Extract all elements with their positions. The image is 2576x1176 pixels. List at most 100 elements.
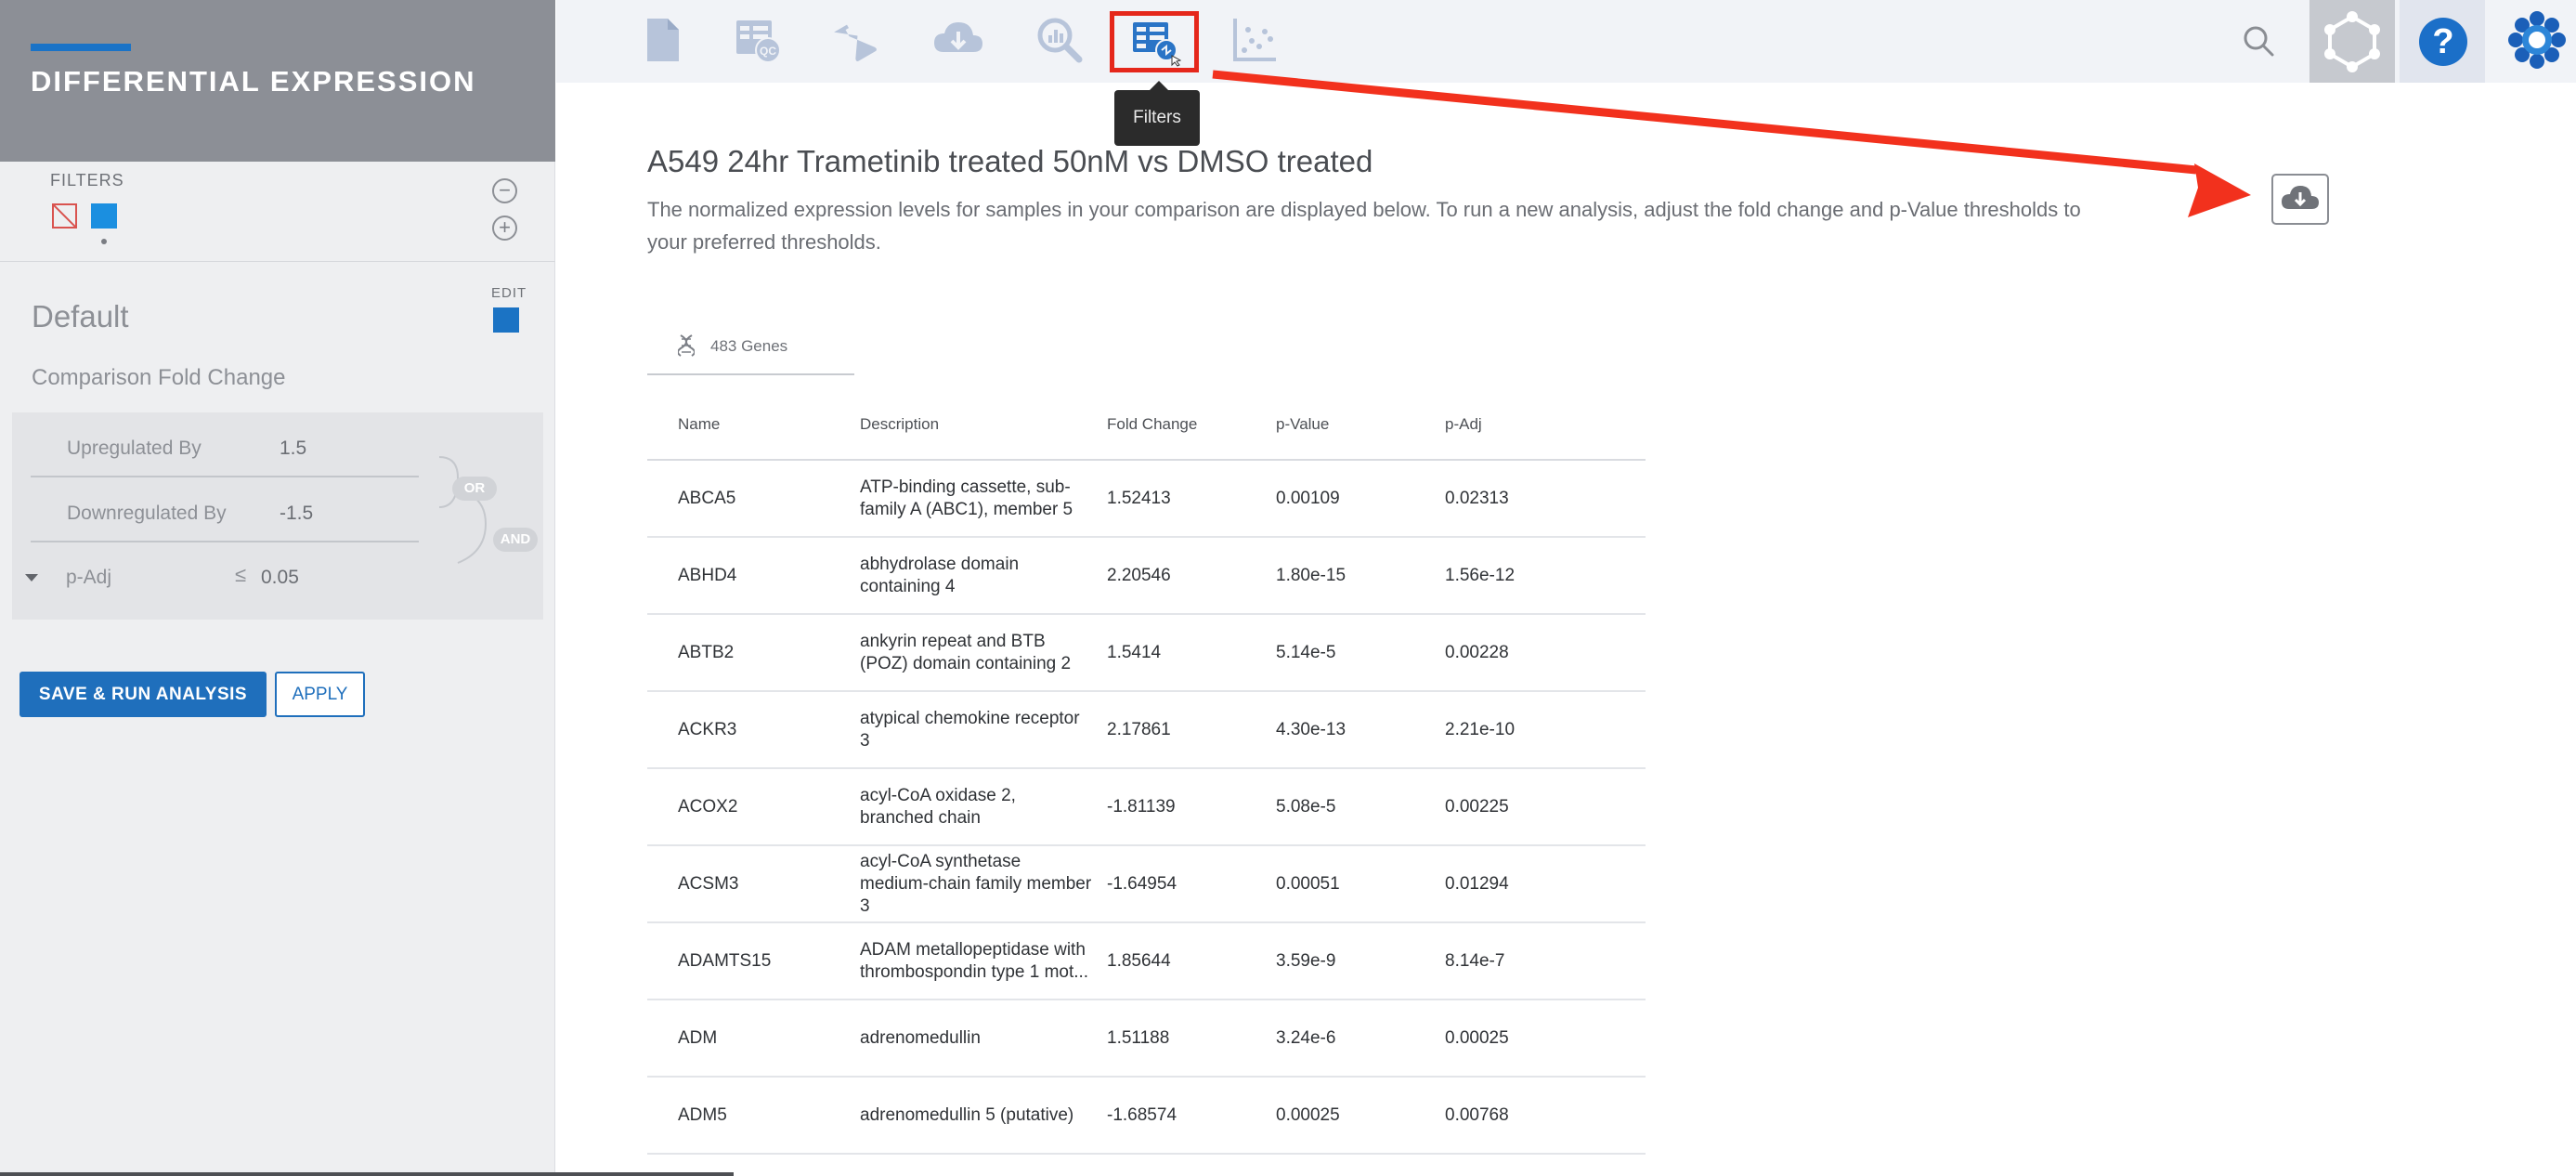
column-header-p-value[interactable]: p-Value xyxy=(1276,415,1329,434)
fold-change-cell: 1.85644 xyxy=(1107,951,1171,971)
padj-label: p-Adj xyxy=(66,567,112,588)
padj-operator[interactable]: ≤ xyxy=(235,563,246,587)
gene-description-cell: abhydrolase domain containing 4 xyxy=(860,554,1020,596)
filter-color-swatch[interactable] xyxy=(493,307,519,333)
page-title: A549 24hr Trametinib treated 50nM vs DMS… xyxy=(647,144,1373,178)
genes-tab[interactable]: 483 Genes xyxy=(647,316,854,375)
gene-description-cell: adrenomedullin 5 (putative) xyxy=(860,1104,1074,1125)
download-button[interactable] xyxy=(2271,174,2329,225)
table-header: Name Description Fold Change p-Value p-A… xyxy=(647,386,1646,461)
gene-name-cell: ABTB2 xyxy=(678,643,735,662)
upregulated-input[interactable]: 1.5 xyxy=(280,438,306,460)
p-value-cell: 0.00051 xyxy=(1276,874,1340,894)
upregulated-label: Upregulated By xyxy=(67,438,202,459)
gene-name-cell: ADAMTS15 xyxy=(678,951,772,971)
table-row[interactable]: ADM5 adrenomedullin 5 (putative) -1.68574 0… xyxy=(647,1078,1646,1155)
thresholds-panel: Upregulated By 1.5 Downregulated By -1.5… xyxy=(12,412,543,620)
fold-change-cell: -1.81139 xyxy=(1107,797,1176,817)
remove-filter-button[interactable]: − xyxy=(492,178,517,203)
padj-input[interactable]: 0.05 xyxy=(261,567,299,589)
or-toggle[interactable]: OR xyxy=(452,477,497,501)
column-header-name[interactable]: Name xyxy=(678,415,720,434)
gene-description-cell: adrenomedullin xyxy=(860,1027,981,1048)
filters-section: FILTERS xyxy=(0,162,555,262)
column-header-fold-change[interactable]: Fold Change xyxy=(1107,415,1197,434)
add-filter-button[interactable]: + xyxy=(492,216,517,241)
search-icon[interactable] xyxy=(2240,22,2277,59)
table-row[interactable]: ADAMTS15 ADAM metallopeptidase with throm… xyxy=(647,923,1646,1000)
fold-change-cell: 2.20546 xyxy=(1107,566,1171,585)
p-value-cell: 3.24e-6 xyxy=(1276,1028,1336,1048)
cloud-download-icon[interactable] xyxy=(930,13,984,67)
table-row[interactable]: ADM adrenomedullin 1.51188 3.24e-6 0.00025 xyxy=(647,1000,1646,1078)
genes-table: Name Description Fold Change p-Value p-A… xyxy=(647,386,1646,1155)
p-adj-cell: 0.00228 xyxy=(1445,643,1509,662)
table-row[interactable]: ACOX2 acyl-CoA oxidase 2, branched chain -… xyxy=(647,769,1646,846)
edit-label[interactable]: EDIT xyxy=(491,285,527,301)
help-button[interactable]: ? xyxy=(2400,0,2485,83)
gene-name-cell: ADM xyxy=(678,1028,718,1048)
table-body: ABCA5 ATP-binding cassette, sub-family A … xyxy=(647,461,1646,1155)
upregulated-row: Upregulated By 1.5 xyxy=(31,412,419,477)
gene-name-cell: ABHD4 xyxy=(678,566,737,585)
selected-filter-indicator xyxy=(101,239,107,244)
network-icon xyxy=(2324,11,2380,72)
save-run-analysis-button[interactable]: SAVE & RUN ANALYSIS xyxy=(20,672,267,717)
p-adj-cell: 0.00025 xyxy=(1445,1028,1509,1048)
table-row[interactable]: ACSM3 acyl-CoA synthetase medium-chain fa… xyxy=(647,846,1646,923)
sidebar: DIFFERENTIAL EXPRESSION FILTERS − + Defa… xyxy=(0,0,555,1176)
downregulated-input[interactable]: -1.5 xyxy=(280,503,313,525)
section-label: Comparison Fold Change xyxy=(32,365,286,390)
fold-change-cell: 2.17861 xyxy=(1107,720,1171,739)
scatter-plot-icon[interactable] xyxy=(1228,13,1281,67)
gene-name-cell: ACOX2 xyxy=(678,797,738,817)
flask-icon[interactable] xyxy=(828,13,882,67)
table-row[interactable]: ABHD4 abhydrolase domain containing 4 2.20… xyxy=(647,538,1646,615)
no-filter-swatch[interactable] xyxy=(52,203,77,229)
gene-description-cell: ATP-binding cassette, sub-family A (ABC1… xyxy=(860,477,1073,519)
dna-icon xyxy=(678,334,695,357)
svg-text:QC: QC xyxy=(760,45,776,58)
table-row[interactable]: ACKR3 atypical chemokine receptor 3 2.1786… xyxy=(647,692,1646,769)
network-button[interactable] xyxy=(2309,0,2395,83)
p-value-cell: 5.08e-5 xyxy=(1276,797,1336,817)
gene-description-cell: atypical chemokine receptor 3 xyxy=(860,708,1080,751)
default-filter-swatch[interactable] xyxy=(91,203,117,229)
p-adj-cell: 2.21e-10 xyxy=(1445,720,1516,739)
and-toggle[interactable]: AND xyxy=(493,528,538,552)
qc-table-icon[interactable]: QC xyxy=(731,13,785,67)
app-logo-icon[interactable] xyxy=(2508,11,2566,69)
table-row[interactable]: ABCA5 ATP-binding cassette, sub-family A … xyxy=(647,461,1646,538)
p-value-cell: 3.59e-9 xyxy=(1276,951,1336,971)
fold-change-cell: 1.51188 xyxy=(1107,1028,1170,1048)
sidebar-title: DIFFERENTIAL EXPRESSION xyxy=(31,65,476,98)
column-header-p-adj[interactable]: p-Adj xyxy=(1445,415,1482,434)
p-value-cell: 1.80e-15 xyxy=(1276,566,1347,585)
p-adj-cell: 8.14e-7 xyxy=(1445,951,1505,971)
table-row[interactable]: ABTB2 ankyrin repeat and BTB (POZ) domain… xyxy=(647,615,1646,692)
downregulated-label: Downregulated By xyxy=(67,503,227,524)
gene-name-cell: ACKR3 xyxy=(678,720,737,739)
help-icon: ? xyxy=(2419,18,2467,66)
horizontal-scrollbar[interactable] xyxy=(0,1172,734,1176)
active-tool-highlight xyxy=(1110,11,1199,72)
filters-tooltip: Filters xyxy=(1114,81,1200,146)
gene-description-cell: acyl-CoA synthetase medium-chain family … xyxy=(860,851,1092,916)
fold-change-cell: 1.52413 xyxy=(1107,489,1171,508)
fold-change-cell: 1.5414 xyxy=(1107,643,1162,662)
apply-button[interactable]: APPLY xyxy=(275,672,365,717)
p-value-cell: 4.30e-13 xyxy=(1276,720,1347,739)
analysis-search-icon[interactable] xyxy=(1033,13,1086,67)
genes-count: 483 Genes xyxy=(710,337,788,355)
gene-name-cell: ACSM3 xyxy=(678,874,739,894)
caret-down-icon[interactable] xyxy=(25,574,38,581)
fold-change-cell: -1.64954 xyxy=(1107,874,1177,894)
filter-name: Default xyxy=(32,299,129,333)
page-description: The normalized expression levels for sam… xyxy=(647,198,2081,254)
document-icon[interactable] xyxy=(636,13,690,67)
p-adj-cell: 1.56e-12 xyxy=(1445,566,1516,585)
p-adj-cell: 0.01294 xyxy=(1445,874,1509,894)
column-header-description[interactable]: Description xyxy=(860,415,939,434)
p-adj-cell: 0.00768 xyxy=(1445,1105,1509,1125)
cloud-download-icon xyxy=(2282,186,2319,209)
